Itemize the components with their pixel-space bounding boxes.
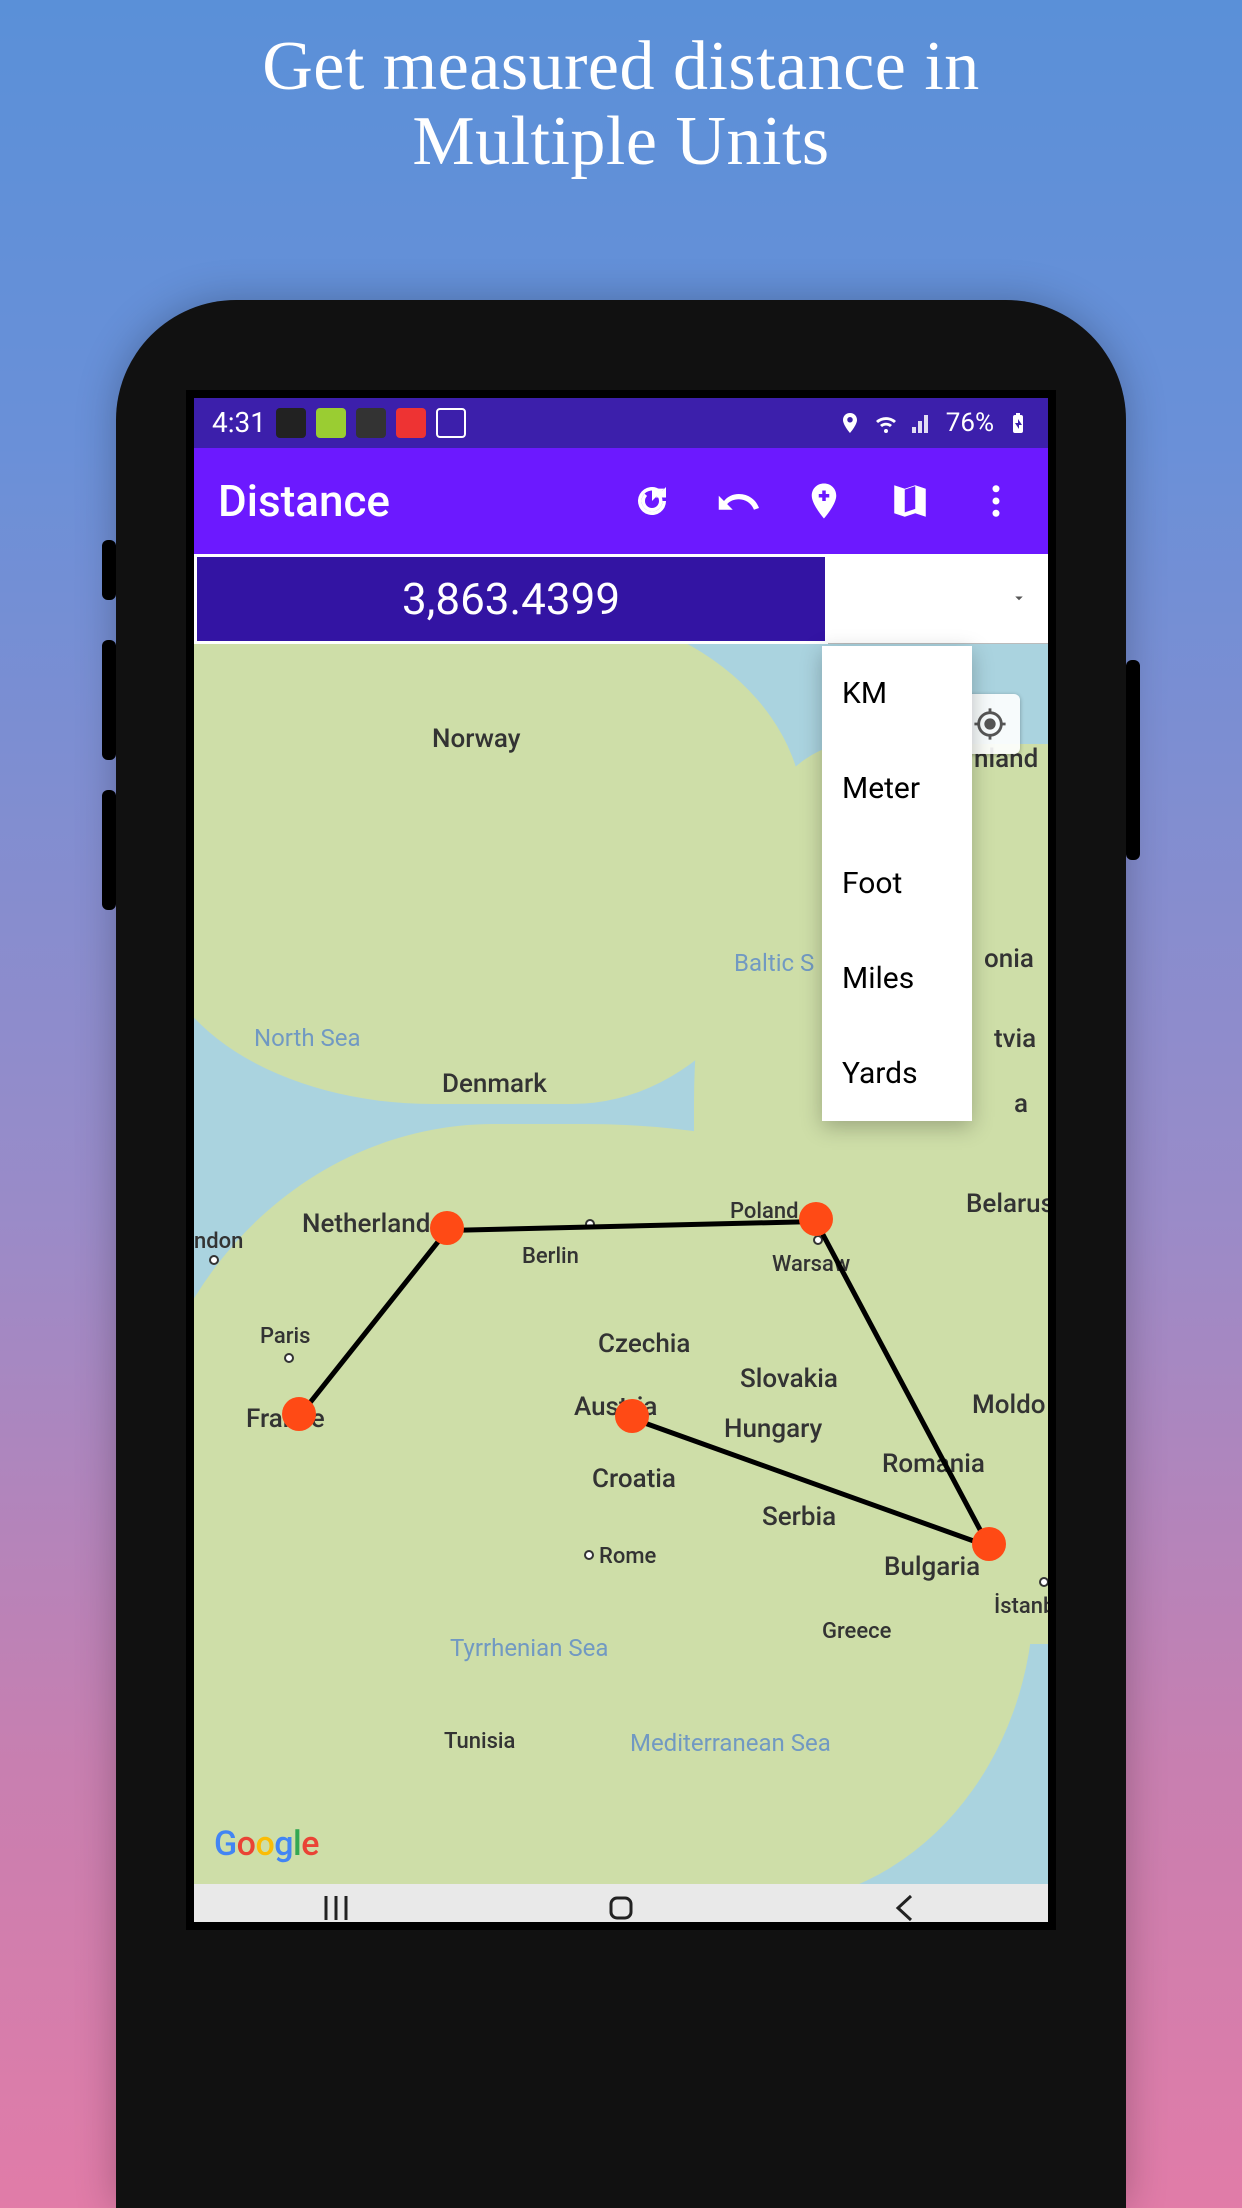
distance-row: 3,863.4399 [194,554,1048,644]
map-marker[interactable] [799,1202,833,1236]
map-label-country: onia [984,944,1034,974]
statusbar-app-icon [276,408,306,438]
map-city-dot [209,1255,219,1265]
statusbar-app-icon [396,408,426,438]
map-label-country: Czechia [598,1329,690,1359]
phone-frame: 4:31 76% Distance [116,300,1126,2208]
recents-icon [316,1888,356,1928]
phone-side-button [102,640,116,760]
refresh-button[interactable] [624,473,680,529]
map-label-country: Slovakia [740,1364,838,1394]
map-label-country: a [1014,1089,1028,1119]
map-label-country: Moldo [972,1390,1046,1420]
map-icon [889,480,931,522]
map-label-country: Netherlands [302,1209,444,1239]
map-label-country: Norway [432,724,520,754]
promo-title: Get measured distance in Multiple Units [262,30,980,180]
chevron-down-icon [1010,589,1028,607]
system-nav-bar [194,1884,1048,1930]
app-bar: Distance [194,448,1048,554]
home-icon [601,1888,641,1928]
phone-screen: 4:31 76% Distance [186,390,1056,1930]
map-label-country: Belarus [966,1189,1048,1219]
phone-side-button [102,790,116,910]
map-label-country: Tunisia [444,1729,515,1754]
refresh-icon [631,480,673,522]
map-label-country: Bulgaria [884,1552,980,1582]
phone-side-button [102,540,116,600]
map-marker[interactable] [972,1527,1006,1561]
signal-icon [910,411,934,435]
map-label-city: Berlin [522,1244,579,1269]
unit-option-foot[interactable]: Foot [822,836,972,931]
more-vert-icon [975,480,1017,522]
undo-button[interactable] [710,473,766,529]
unit-option-km[interactable]: KM [822,646,972,741]
map-label-country: Hungary [724,1414,822,1444]
phone-side-button [1126,660,1140,860]
map-marker[interactable] [615,1399,649,1433]
map-label-city: ndon [194,1229,243,1254]
add-location-button[interactable] [796,473,852,529]
map-label-country: Greece [822,1619,891,1644]
distance-value: 3,863.4399 [194,554,828,644]
map-label-country: Serbia [762,1502,836,1532]
map-type-button[interactable] [882,473,938,529]
map-city-dot [584,1550,594,1560]
unit-dropdown[interactable]: KM Meter Foot Miles Yards [822,646,972,1121]
map-label-country: Denmark [442,1069,547,1099]
map-label-city: İstanb [994,1594,1048,1619]
app-title: Distance [218,475,390,527]
status-time: 4:31 [212,406,266,439]
map-marker[interactable] [430,1211,464,1245]
map-label-sea: Baltic S [734,949,814,977]
map-label-sea: North Sea [254,1024,361,1052]
back-icon [886,1888,926,1928]
home-button[interactable] [601,1888,641,1930]
map-label-country: Romania [882,1449,985,1479]
map-label-country: Croatia [592,1464,676,1494]
battery-icon [1006,411,1030,435]
map-city-dot [284,1353,294,1363]
recents-button[interactable] [316,1888,356,1930]
unit-selector[interactable] [828,554,1048,644]
map-label-country: tvia [994,1024,1036,1054]
undo-icon [717,480,759,522]
map-marker[interactable] [282,1397,316,1431]
crosshair-icon [973,707,1007,741]
map-city-dot [1039,1577,1048,1587]
unit-option-meter[interactable]: Meter [822,741,972,836]
location-add-icon [803,480,845,522]
promo-title-line1: Get measured distance in [262,30,980,105]
map-label-city: Paris [260,1324,311,1349]
promo-title-line2: Multiple Units [262,105,980,180]
location-icon [838,411,862,435]
status-battery: 76% [946,408,994,438]
statusbar-app-icon [436,408,466,438]
map-label-sea: Mediterranean Sea [630,1729,831,1757]
statusbar-app-icon [356,408,386,438]
unit-option-yards[interactable]: Yards [822,1026,972,1121]
back-button[interactable] [886,1888,926,1930]
overflow-button[interactable] [968,473,1024,529]
statusbar-app-icon [316,408,346,438]
status-bar: 4:31 76% [194,398,1048,448]
map-attribution: Google [214,1824,319,1864]
wifi-icon [874,411,898,435]
map-label-sea: Tyrrhenian Sea [450,1634,608,1662]
map-label-city: Rome [599,1544,656,1569]
unit-option-miles[interactable]: Miles [822,931,972,1026]
